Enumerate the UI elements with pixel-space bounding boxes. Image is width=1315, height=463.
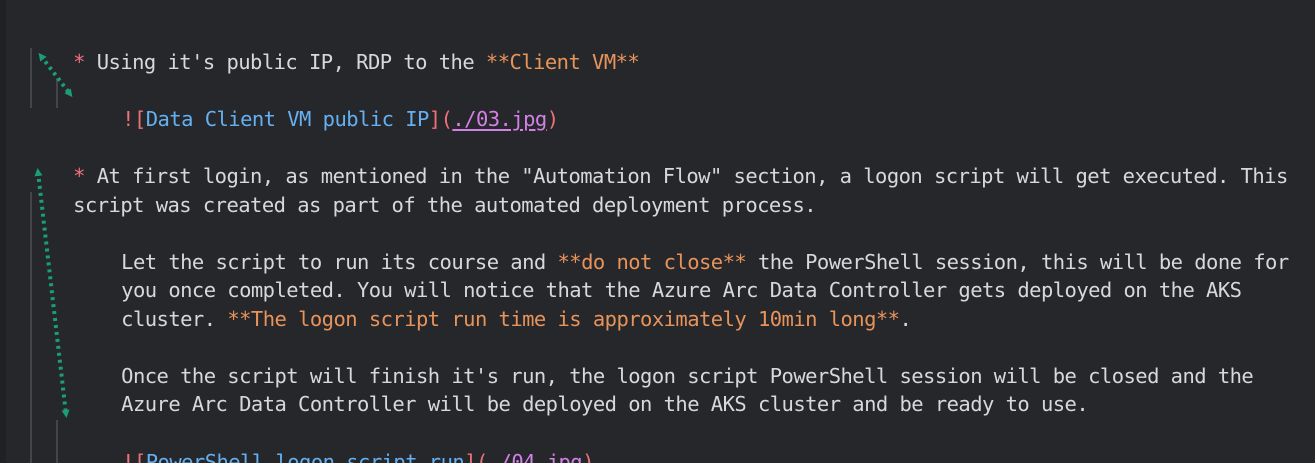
indent-guide: [56, 78, 58, 108]
indent-guide: [56, 420, 58, 463]
image-url-link[interactable]: ./03.jpg: [452, 107, 547, 131]
image-bang: !: [122, 107, 134, 131]
image-bang: !: [122, 450, 134, 463]
list-item-text: Using it's public IP, RDP to the: [84, 50, 486, 74]
line-7-text[interactable]: cluster. **The logon script run time is …: [74, 277, 912, 331]
line-5-text[interactable]: Let the script to run its course and **d…: [74, 220, 1289, 274]
paren-close: ): [546, 107, 559, 131]
image-url-link[interactable]: ./04.jpg: [488, 450, 583, 463]
paren-open: (: [475, 450, 488, 463]
paren-close: ): [582, 450, 594, 463]
line-10-image-link[interactable]: ![PowerShell logon script run](./04.jpg): [75, 420, 594, 463]
bracket-close: ]: [464, 450, 476, 463]
line-6-text[interactable]: you once completed. You will notice that…: [74, 248, 1242, 302]
bracket-open: [: [133, 107, 146, 131]
bold-text: **Client VM**: [485, 50, 640, 74]
paragraph-text: Azure Arc Data Controller will be deploy…: [121, 392, 1089, 416]
line-1-list-item[interactable]: * Using it's public IP, RDP to the **Cli…: [26, 20, 640, 74]
image-alt-text: PowerShell logon script run: [145, 450, 465, 463]
bracket-close: ]: [428, 107, 441, 131]
list-bullet: *: [73, 50, 85, 74]
line-9-text[interactable]: Azure Arc Data Controller will be deploy…: [74, 362, 1089, 416]
bold-text: **The logon script run time is approxima…: [227, 307, 900, 331]
paragraph-text: cluster.: [121, 307, 228, 331]
bracket-open: [: [133, 450, 146, 463]
paragraph-text: script was created as part of the automa…: [73, 193, 817, 217]
line-2-image-link[interactable]: ![Data Client VM public IP](./03.jpg): [75, 77, 559, 131]
image-alt-text: Data Client VM public IP: [145, 107, 430, 131]
line-3-list-item[interactable]: * At first login, as mentioned in the "A…: [26, 134, 1288, 188]
line-4-text[interactable]: script was created as part of the automa…: [26, 163, 816, 217]
markdown-editor[interactable]: * Using it's public IP, RDP to the **Cli…: [0, 0, 1315, 463]
paren-open: (: [440, 107, 453, 131]
line-8-text[interactable]: Once the script will finish it's run, th…: [74, 334, 1254, 388]
paragraph-text: .: [899, 307, 912, 331]
